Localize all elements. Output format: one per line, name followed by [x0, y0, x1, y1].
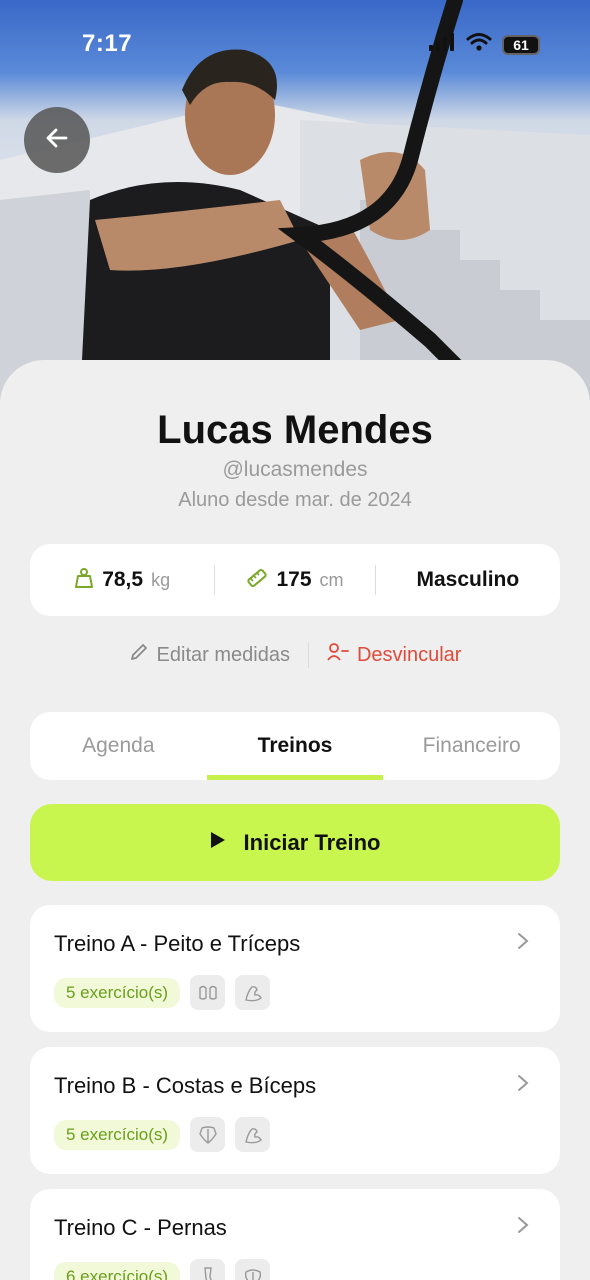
wifi-icon — [466, 32, 492, 57]
bicep-icon — [235, 1117, 271, 1152]
workout-title: Treino B - Costas e Bíceps — [54, 1073, 317, 1098]
workout-title: Treino C - Pernas — [54, 1215, 227, 1240]
tab-treinos[interactable]: Treinos — [206, 712, 384, 780]
stat-height: 175 cm — [215, 544, 374, 616]
weight-value: 78,5 — [102, 568, 144, 591]
weight-unit: kg — [151, 569, 171, 590]
profile-name: Lucas Mendes — [157, 408, 433, 452]
gender-value: Masculino — [416, 568, 520, 591]
play-icon — [210, 831, 226, 854]
chevron-right-icon — [516, 1073, 530, 1098]
exercise-count-badge: 5 exercício(s) — [54, 1119, 181, 1150]
workout-meta: 6 exercício(s) — [54, 1259, 271, 1280]
chest-icon — [190, 975, 226, 1010]
exercise-count-badge: 6 exercício(s) — [54, 1261, 181, 1280]
leg-icon — [190, 1259, 226, 1280]
unlink-label: Desvincular — [356, 643, 462, 666]
stat-weight: 78,5 kg — [30, 544, 214, 616]
start-workout-label: Iniciar Treino — [243, 829, 381, 855]
hero-photo: 7:17 61 — [0, 0, 590, 400]
user-minus-icon — [327, 642, 349, 668]
workout-meta: 5 exercício(s) — [54, 1117, 271, 1152]
pencil-icon — [129, 642, 149, 668]
status-icons: 61 — [428, 32, 540, 57]
ruler-icon — [246, 567, 268, 594]
tab-financeiro[interactable]: Financeiro — [383, 712, 560, 780]
workout-card[interactable]: Treino C - Pernas 6 exercício(s) — [30, 1189, 560, 1280]
profile-actions: Editar medidas Desvincular — [0, 642, 590, 668]
stats-card: 78,5 kg 175 cm Masculino — [30, 544, 560, 616]
weight-icon — [74, 567, 94, 594]
workout-title: Treino A - Peito e Tríceps — [54, 931, 301, 956]
actions-divider — [307, 642, 309, 668]
stat-gender: Masculino — [376, 544, 560, 616]
back-icon — [190, 1117, 226, 1152]
member-since: Aluno desde mar. de 2024 — [178, 489, 412, 511]
section-tabs: Agenda Treinos Financeiro — [30, 712, 560, 780]
tab-agenda[interactable]: Agenda — [30, 712, 207, 780]
exercise-count-badge: 5 exercício(s) — [54, 977, 181, 1008]
workout-card[interactable]: Treino B - Costas e Bíceps 5 exercício(s… — [30, 1047, 560, 1174]
signal-icon — [428, 32, 456, 57]
height-unit: cm — [319, 569, 344, 590]
arm-icon — [235, 975, 271, 1010]
back-button[interactable] — [24, 107, 90, 173]
glute-icon — [235, 1259, 271, 1280]
unlink-button[interactable]: Desvincular — [327, 642, 461, 668]
profile-handle: @lucasmendes — [222, 458, 368, 481]
height-value: 175 — [276, 568, 312, 591]
arrow-left-icon — [44, 125, 70, 156]
edit-measures-button[interactable]: Editar medidas — [129, 642, 290, 668]
status-bar: 7:17 61 — [0, 0, 590, 88]
chevron-right-icon — [516, 931, 530, 956]
edit-measures-label: Editar medidas — [156, 643, 290, 666]
status-time: 7:17 — [82, 30, 133, 57]
battery-indicator: 61 — [502, 34, 540, 55]
workout-meta: 5 exercício(s) — [54, 975, 271, 1010]
workout-card[interactable]: Treino A - Peito e Tríceps 5 exercício(s… — [30, 905, 560, 1032]
profile-sheet: Lucas Mendes @lucasmendes Aluno desde ma… — [0, 360, 590, 1280]
start-workout-button[interactable]: Iniciar Treino — [30, 804, 560, 881]
chevron-right-icon — [516, 1215, 530, 1240]
